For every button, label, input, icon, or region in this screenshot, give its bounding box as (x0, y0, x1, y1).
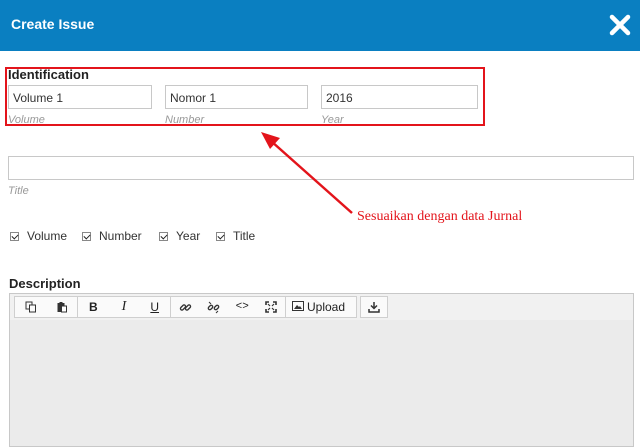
format-group: B I U (77, 296, 171, 318)
show-number-checkbox[interactable]: Number (82, 229, 142, 243)
link-icon[interactable] (171, 297, 200, 317)
description-editor[interactable] (9, 320, 634, 447)
editor-toolbar: B I U <> Upload (9, 293, 634, 321)
paste-icon[interactable] (46, 297, 77, 317)
dialog-title: Create Issue (11, 16, 95, 32)
close-icon[interactable] (608, 12, 632, 38)
title-label: Title (8, 185, 29, 197)
show-title-checkbox[interactable]: Title (216, 229, 255, 243)
description-heading: Description (9, 276, 81, 291)
show-options: Volume Number Year Title (0, 229, 300, 247)
annotation-text: Sesuaikan dengan data Jurnal (357, 209, 523, 224)
code-button[interactable]: <> (228, 297, 257, 317)
checkbox-volume[interactable] (10, 231, 19, 241)
upload-button[interactable]: Upload (286, 297, 356, 317)
fullscreen-icon[interactable] (257, 297, 286, 317)
upload-group: Upload (285, 296, 357, 318)
title-input[interactable] (8, 156, 634, 180)
italic-button[interactable]: I (109, 297, 140, 317)
unlink-icon[interactable] (200, 297, 229, 317)
link-group: <> (170, 296, 286, 318)
clipboard-group (14, 296, 78, 318)
upload-label: Upload (307, 300, 346, 314)
checkbox-label-number: Number (99, 229, 142, 243)
checkbox-number[interactable] (82, 231, 91, 241)
highlight-box (5, 67, 485, 126)
copy-icon[interactable] (15, 297, 46, 317)
checkbox-year[interactable] (159, 231, 168, 241)
checkbox-label-volume: Volume (27, 229, 68, 243)
checkbox-title[interactable] (216, 231, 225, 241)
image-icon (292, 300, 304, 314)
underline-button[interactable]: U (139, 297, 170, 317)
dialog-header: Create Issue (0, 0, 640, 51)
download-icon[interactable] (361, 297, 387, 317)
checkbox-label-year: Year (176, 229, 201, 243)
show-year-checkbox[interactable]: Year (159, 229, 200, 243)
bold-button[interactable]: B (78, 297, 109, 317)
show-volume-checkbox[interactable]: Volume (10, 229, 67, 243)
download-group (360, 296, 388, 318)
checkbox-label-title: Title (233, 229, 256, 243)
